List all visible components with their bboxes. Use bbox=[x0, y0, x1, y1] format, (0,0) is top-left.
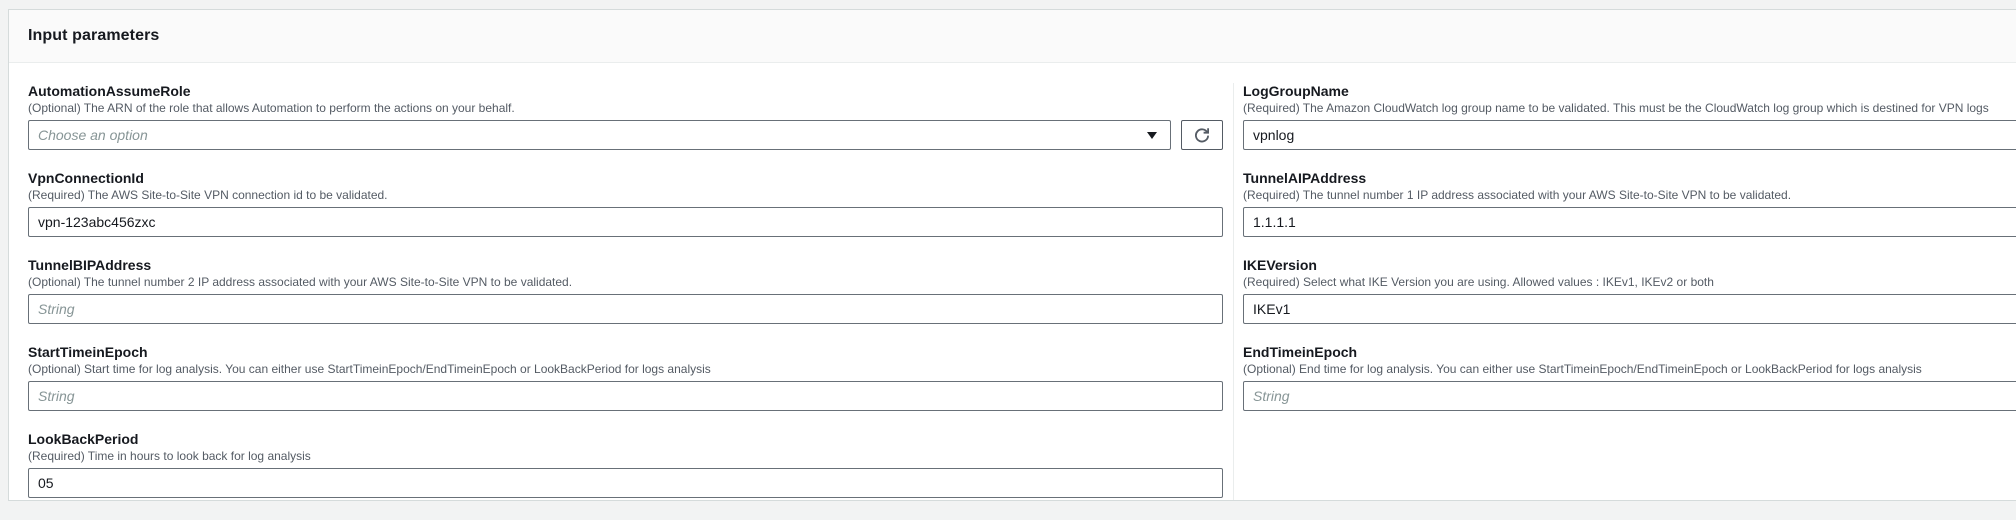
field-description: (Optional) Start time for log analysis. … bbox=[28, 362, 1223, 377]
field-label: TunnelAIPAddress bbox=[1243, 170, 2016, 187]
panel-header: Input parameters bbox=[9, 10, 2016, 63]
select-placeholder: Choose an option bbox=[38, 127, 148, 143]
input-parameters-panel: Input parameters AutomationAssumeRole (O… bbox=[8, 9, 2016, 501]
field-vpn-connection-id: VpnConnectionId (Required) The AWS Site-… bbox=[28, 170, 1223, 237]
field-label: TunnelBIPAddress bbox=[28, 257, 1223, 274]
end-time-in-epoch-input[interactable] bbox=[1243, 381, 2016, 411]
left-column: AutomationAssumeRole (Optional) The ARN … bbox=[28, 83, 1234, 501]
chevron-down-icon bbox=[1147, 132, 1157, 139]
refresh-icon bbox=[1194, 127, 1210, 143]
field-description: (Required) The Amazon CloudWatch log gro… bbox=[1243, 101, 2016, 116]
field-label: AutomationAssumeRole bbox=[28, 83, 1223, 100]
field-description: (Optional) The tunnel number 2 IP addres… bbox=[28, 275, 1223, 290]
log-group-name-input[interactable] bbox=[1243, 120, 2016, 150]
field-description: (Optional) End time for log analysis. Yo… bbox=[1243, 362, 2016, 377]
panel-title: Input parameters bbox=[28, 27, 159, 45]
field-label: StartTimeinEpoch bbox=[28, 344, 1223, 361]
field-label: EndTimeinEpoch bbox=[1243, 344, 2016, 361]
look-back-period-input[interactable] bbox=[28, 468, 1223, 498]
panel-body: AutomationAssumeRole (Optional) The ARN … bbox=[9, 63, 2016, 501]
field-label: IKEVersion bbox=[1243, 257, 2016, 274]
field-description: (Required) Time in hours to look back fo… bbox=[28, 449, 1223, 464]
refresh-button[interactable] bbox=[1181, 120, 1223, 150]
field-tunnel-a-ip-address: TunnelAIPAddress (Required) The tunnel n… bbox=[1243, 170, 2016, 237]
field-ike-version: IKEVersion (Required) Select what IKE Ve… bbox=[1243, 257, 2016, 324]
field-label: LookBackPeriod bbox=[28, 431, 1223, 448]
field-end-time-in-epoch: EndTimeinEpoch (Optional) End time for l… bbox=[1243, 344, 2016, 411]
field-look-back-period: LookBackPeriod (Required) Time in hours … bbox=[28, 431, 1223, 498]
field-automation-assume-role: AutomationAssumeRole (Optional) The ARN … bbox=[28, 83, 1223, 150]
ike-version-input[interactable] bbox=[1243, 294, 2016, 324]
tunnel-a-ip-address-input[interactable] bbox=[1243, 207, 2016, 237]
field-log-group-name: LogGroupName (Required) The Amazon Cloud… bbox=[1243, 83, 2016, 150]
vpn-connection-id-input[interactable] bbox=[28, 207, 1223, 237]
tunnel-b-ip-address-input[interactable] bbox=[28, 294, 1223, 324]
field-start-time-in-epoch: StartTimeinEpoch (Optional) Start time f… bbox=[28, 344, 1223, 411]
start-time-in-epoch-input[interactable] bbox=[28, 381, 1223, 411]
field-label: LogGroupName bbox=[1243, 83, 2016, 100]
field-description: (Required) Select what IKE Version you a… bbox=[1243, 275, 2016, 290]
field-description: (Required) The tunnel number 1 IP addres… bbox=[1243, 188, 2016, 203]
automation-assume-role-select[interactable]: Choose an option bbox=[28, 120, 1171, 150]
field-description: (Optional) The ARN of the role that allo… bbox=[28, 101, 1223, 116]
field-description: (Required) The AWS Site-to-Site VPN conn… bbox=[28, 188, 1223, 203]
field-label: VpnConnectionId bbox=[28, 170, 1223, 187]
right-column: LogGroupName (Required) The Amazon Cloud… bbox=[1234, 83, 2016, 501]
field-tunnel-b-ip-address: TunnelBIPAddress (Optional) The tunnel n… bbox=[28, 257, 1223, 324]
